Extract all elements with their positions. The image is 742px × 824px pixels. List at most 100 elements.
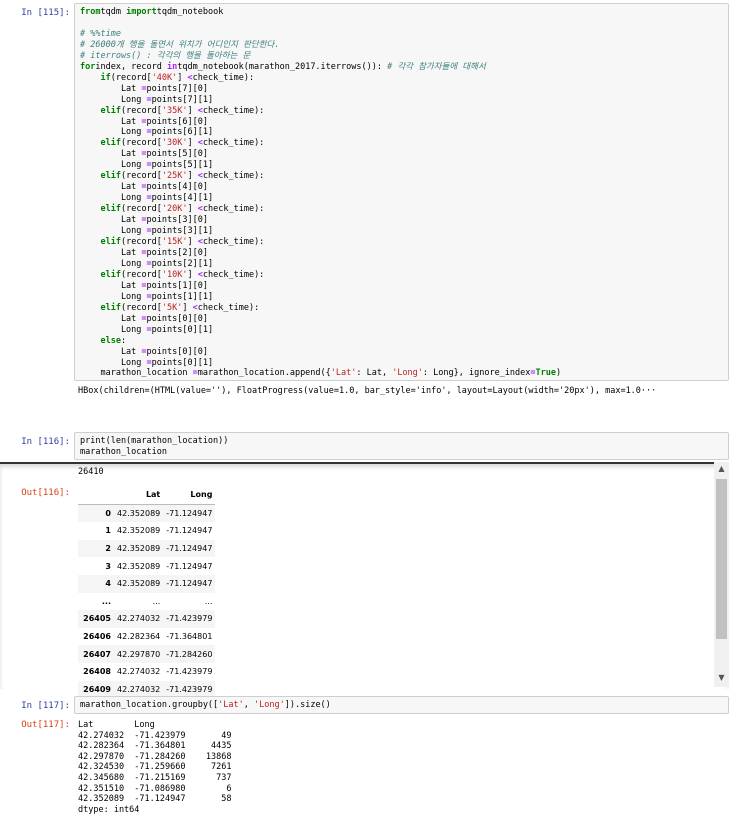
code-token: ] — [187, 269, 198, 280]
code-token: Lat — [80, 83, 142, 94]
vertical-scrollbar[interactable]: ▲ ▼ — [714, 462, 729, 687]
code-token: Lat — [80, 182, 142, 193]
code-editor[interactable]: print(len(marathon_location)) marathon_l… — [80, 436, 723, 458]
code-token: tqdm — [100, 7, 127, 17]
code-token: ) — [556, 368, 562, 379]
row-index: 4 — [105, 579, 111, 589]
code-token: (record[ — [120, 269, 162, 280]
code-token: ] — [182, 302, 193, 313]
code-token: Long — [80, 94, 147, 105]
code-token: Lat — [80, 346, 142, 357]
code-token: in — [167, 61, 178, 72]
code-token: check_time): — [202, 204, 265, 215]
input-prompt-116: In [116]: — [21, 437, 70, 447]
code-token: (record[ — [120, 105, 162, 116]
code-token: Long — [80, 160, 147, 171]
row-index: ... — [101, 596, 111, 606]
table-cell: 42.352089 — [117, 544, 161, 554]
code-token: points[3][0] — [146, 215, 208, 226]
table-cell: 42.274032 — [117, 667, 161, 677]
code-editor[interactable]: marathon_location.groupby(['Lat', 'Long'… — [80, 700, 723, 711]
code-token: elif — [100, 302, 121, 313]
table-cell: 42.297870 — [117, 649, 161, 659]
code-token: points[4][0] — [146, 182, 208, 193]
code-token: points[5][1] — [151, 160, 214, 171]
code-cell-117[interactable]: marathon_location.groupby(['Lat', 'Long'… — [74, 696, 729, 714]
code-token: points[0][0] — [146, 346, 208, 357]
code-token: ] — [177, 72, 188, 83]
code-token: points[1][1] — [151, 291, 214, 302]
scrollbar-thumb[interactable] — [716, 479, 727, 639]
code-token: '25K' — [161, 171, 188, 182]
row-index: 0 — [105, 508, 111, 518]
code-token: points[2][1] — [151, 258, 214, 269]
code-token: Lat — [80, 149, 142, 160]
code-token: import — [126, 7, 157, 17]
dataframe-table: Lat Long 0 42.352089 -71.124947 1 42.352089-… — [78, 486, 216, 699]
code-token: # %%time — [80, 28, 121, 39]
table-row: 0 42.352089 -71.124947 — [78, 504, 216, 523]
code-token: 'Lat' — [218, 700, 244, 710]
column-header: Long — [163, 486, 216, 505]
code-token: points[0][0] — [146, 313, 208, 324]
row-index: 1 — [105, 526, 111, 536]
code-token: points[2][0] — [146, 247, 208, 258]
code-token: 'Long' — [254, 700, 285, 710]
code-token: tqdm_notebook — [156, 7, 224, 17]
table-cell: 42.282364 — [117, 632, 161, 642]
code-cell-116[interactable]: print(len(marathon_location)) marathon_l… — [74, 432, 729, 460]
table-cell: -71.423979 — [166, 667, 213, 677]
code-token: Long — [80, 357, 147, 368]
code-token: # 각각 참가자들에 대해서 — [387, 61, 486, 72]
code-token: (record[ — [120, 138, 162, 149]
code-token: Lat — [80, 116, 142, 127]
code-token: ] — [187, 171, 198, 182]
index-header — [78, 486, 114, 505]
code-token: check_time): — [202, 237, 265, 248]
table-cell: -71.124947 — [166, 544, 213, 554]
code-cell-115[interactable]: fromtqdm importtqdm_notebook # %%time # … — [74, 3, 729, 381]
scroll-down-icon[interactable]: ▼ — [714, 671, 729, 685]
table-cell: -71.364801 — [166, 632, 213, 642]
table-cell: 42.352089 — [117, 561, 161, 571]
scroll-up-icon[interactable]: ▲ — [714, 462, 729, 476]
code-token: points[5][0] — [146, 149, 208, 160]
table-row: 1 42.352089 -71.124947 — [78, 522, 215, 540]
table-cell: ... — [152, 596, 161, 606]
code-token: Long — [80, 291, 147, 302]
code-token: if — [100, 72, 111, 83]
table-cell: 42.352089 — [117, 526, 161, 536]
table-row: 4 42.352089 -71.124947 — [78, 574, 216, 593]
code-token: points[1][0] — [146, 280, 208, 291]
output-prompt-116: Out[116]: — [21, 488, 70, 498]
table-row: 2 42.352089 -71.124947 — [78, 539, 216, 558]
code-token: points[4][1] — [151, 193, 214, 204]
code-token: marathon_location.append({ — [197, 368, 331, 379]
code-token: '40K' — [151, 72, 178, 83]
code-token: '20K' — [161, 204, 188, 215]
code-token: ]).size() — [284, 700, 331, 710]
table-cell: ... — [204, 596, 213, 606]
code-token: '30K' — [161, 138, 188, 149]
table-cell: 42.352089 — [117, 579, 161, 589]
code-editor[interactable]: fromtqdm importtqdm_notebook # %%time # … — [80, 7, 723, 379]
code-token: Long — [80, 226, 147, 237]
progress-widget-output: HBox(children=(HTML(value=''), FloatProg… — [78, 386, 657, 396]
output-prompt-117: Out[117]: — [21, 720, 70, 730]
code-token: elif — [100, 138, 121, 149]
code-token: check_time): — [202, 171, 265, 182]
row-index: 26406 — [83, 632, 111, 642]
table-cell: -71.124947 — [166, 526, 213, 536]
code-token: Long — [80, 324, 147, 335]
code-token: points[7][0] — [146, 83, 208, 94]
code-token: (record[ — [120, 171, 162, 182]
code-token: points[6][1] — [151, 127, 214, 138]
code-token: index, record — [95, 61, 168, 72]
code-token: check_time): — [202, 269, 265, 280]
table-cell: -71.284260 — [166, 649, 213, 659]
